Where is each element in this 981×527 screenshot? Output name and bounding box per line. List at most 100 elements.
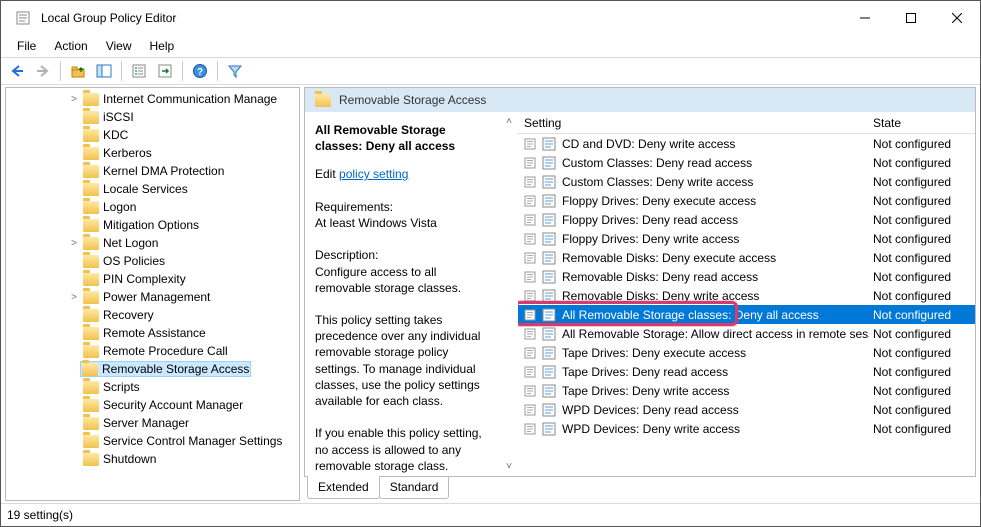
policy-icon	[542, 327, 556, 341]
setting-name: Tape Drives: Deny write access	[562, 384, 729, 398]
tree-item-label: Logon	[103, 200, 136, 214]
minimize-button[interactable]	[842, 1, 888, 35]
folder-icon	[83, 201, 99, 214]
folder-icon	[83, 327, 99, 340]
svg-text:?: ?	[197, 67, 203, 78]
menu-bar: File Action View Help	[1, 35, 980, 57]
settings-row[interactable]: Tape Drives: Deny execute accessNot conf…	[518, 343, 975, 362]
menu-help[interactable]: Help	[142, 37, 183, 55]
tree-item[interactable]: >OS Policies	[6, 252, 299, 270]
tree-item[interactable]: >Kernel DMA Protection	[6, 162, 299, 180]
expand-caret-icon[interactable]: >	[68, 238, 80, 249]
expand-caret-icon[interactable]: >	[68, 292, 80, 303]
row-lead-icon	[524, 347, 536, 359]
tree-item[interactable]: >Shutdown	[6, 450, 299, 468]
policy-icon	[542, 156, 556, 170]
properties-button[interactable]	[127, 59, 151, 83]
settings-row[interactable]: Custom Classes: Deny read accessNot conf…	[518, 153, 975, 172]
setting-state: Not configured	[869, 422, 969, 436]
up-level-button[interactable]	[66, 59, 90, 83]
folder-icon	[83, 435, 99, 448]
menu-file[interactable]: File	[9, 37, 44, 55]
settings-row[interactable]: Tape Drives: Deny write accessNot config…	[518, 381, 975, 400]
tree-item[interactable]: >Scripts	[6, 378, 299, 396]
setting-state: Not configured	[869, 403, 969, 417]
tab-standard[interactable]: Standard	[379, 477, 450, 499]
folder-icon	[315, 94, 331, 107]
tree-item[interactable]: >Security Account Manager	[6, 396, 299, 414]
expand-caret-icon[interactable]: >	[68, 94, 80, 105]
setting-state: Not configured	[869, 194, 969, 208]
setting-name: Removable Disks: Deny write access	[562, 289, 759, 303]
tree-item[interactable]: >Power Management	[6, 288, 299, 306]
tree-item[interactable]: > Internet Communication Manage	[6, 90, 299, 108]
settings-row[interactable]: Removable Disks: Deny execute accessNot …	[518, 248, 975, 267]
back-button[interactable]	[5, 59, 29, 83]
tree-item-label: Remote Procedure Call	[103, 344, 228, 358]
setting-name: WPD Devices: Deny read access	[562, 403, 739, 417]
folder-icon	[83, 183, 99, 196]
settings-list-body[interactable]: CD and DVD: Deny write accessNot configu…	[518, 134, 975, 476]
column-header-setting[interactable]: Setting	[518, 116, 869, 130]
scroll-down-icon[interactable]: ˅	[506, 461, 512, 472]
policy-icon	[542, 403, 556, 417]
policy-icon	[542, 308, 556, 322]
tree-item[interactable]: >Kerberos	[6, 144, 299, 162]
settings-row[interactable]: Floppy Drives: Deny read accessNot confi…	[518, 210, 975, 229]
tree-item[interactable]: >Mitigation Options	[6, 216, 299, 234]
show-hide-tree-button[interactable]	[92, 59, 116, 83]
settings-row[interactable]: WPD Devices: Deny write accessNot config…	[518, 419, 975, 438]
settings-row[interactable]: Floppy Drives: Deny execute accessNot co…	[518, 191, 975, 210]
tree-item-label: Shutdown	[103, 452, 156, 466]
help-button[interactable]: ?	[188, 59, 212, 83]
tree-item[interactable]: >KDC	[6, 126, 299, 144]
scroll-up-icon[interactable]: ˄	[506, 116, 512, 127]
tree-item[interactable]: >Locale Services	[6, 180, 299, 198]
tree-item[interactable]: >Remote Assistance	[6, 324, 299, 342]
content-row: All Removable Storage classes: Deny all …	[305, 112, 975, 476]
settings-list-header[interactable]: Setting State	[518, 112, 975, 134]
tab-extended[interactable]: Extended	[307, 476, 380, 499]
tree-item[interactable]: >Remote Procedure Call	[6, 342, 299, 360]
tree-item[interactable]: >Service Control Manager Settings	[6, 432, 299, 450]
description-scrollbar[interactable]: ˄ ˅	[500, 112, 518, 476]
filter-button[interactable]	[223, 59, 247, 83]
tree-item[interactable]: > Net Logon	[6, 234, 299, 252]
tree-item[interactable]: >Server Manager	[6, 414, 299, 432]
tree-item-label: Net Logon	[103, 236, 158, 250]
settings-row[interactable]: Floppy Drives: Deny write accessNot conf…	[518, 229, 975, 248]
settings-row[interactable]: Custom Classes: Deny write accessNot con…	[518, 172, 975, 191]
export-button[interactable]	[153, 59, 177, 83]
settings-row[interactable]: All Removable Storage classes: Deny all …	[518, 305, 975, 324]
column-header-state[interactable]: State	[869, 116, 969, 130]
menu-action[interactable]: Action	[46, 37, 95, 55]
tree-item[interactable]: >Removable Storage Access	[6, 360, 299, 378]
close-button[interactable]	[934, 1, 980, 35]
maximize-button[interactable]	[888, 1, 934, 35]
settings-row[interactable]: Tape Drives: Deny read accessNot configu…	[518, 362, 975, 381]
tree-item[interactable]: >PIN Complexity	[6, 270, 299, 288]
settings-row[interactable]: WPD Devices: Deny read access Not configu…	[518, 400, 975, 419]
policy-icon	[542, 365, 556, 379]
row-lead-icon	[524, 252, 536, 264]
tree-item-label: Mitigation Options	[103, 218, 199, 232]
tree-item[interactable]: >Logon	[6, 198, 299, 216]
tree-item-label: Internet Communication Manage	[103, 92, 277, 106]
settings-row[interactable]: Removable Disks: Deny read accessNot con…	[518, 267, 975, 286]
tree-item[interactable]: >iSCSI	[6, 108, 299, 126]
tree-panel[interactable]: > Internet Communication Manage >iSCSI>KDC…	[5, 87, 300, 501]
tree-item[interactable]: >Recovery	[6, 306, 299, 324]
tree-item-label: Locale Services	[103, 182, 188, 196]
settings-row[interactable]: CD and DVD: Deny write accessNot configu…	[518, 134, 975, 153]
folder-icon	[83, 273, 99, 286]
row-lead-icon	[524, 195, 536, 207]
folder-icon	[82, 363, 98, 376]
forward-button[interactable]	[31, 59, 55, 83]
menu-view[interactable]: View	[98, 37, 140, 55]
row-lead-icon	[524, 423, 536, 435]
settings-row[interactable]: Removable Disks: Deny write accessNot co…	[518, 286, 975, 305]
settings-row[interactable]: All Removable Storage: Allow direct acce…	[518, 324, 975, 343]
edit-policy-link[interactable]: policy setting	[339, 167, 408, 181]
row-lead-icon	[524, 157, 536, 169]
folder-icon	[83, 165, 99, 178]
